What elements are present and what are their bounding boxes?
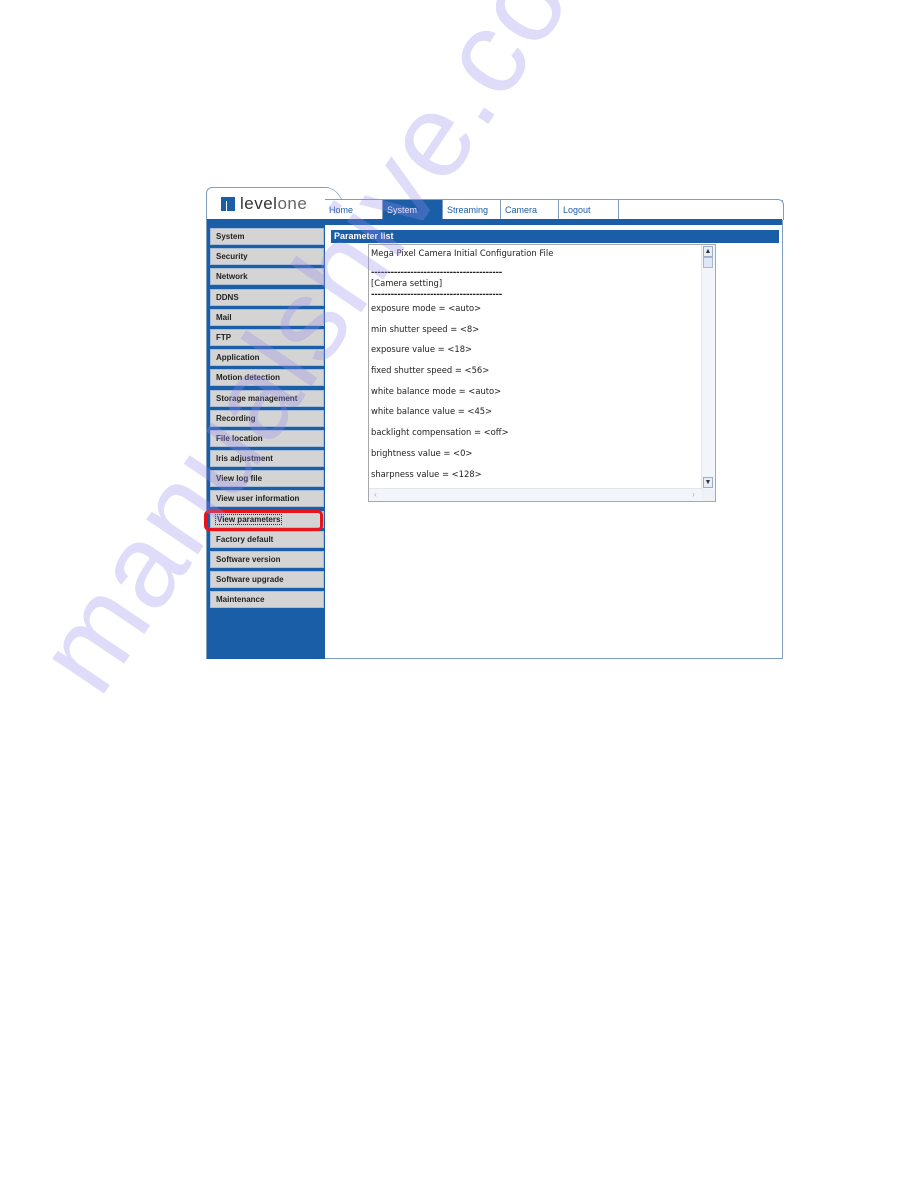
sidebar-item-system[interactable]: System xyxy=(210,228,324,245)
scroll-right-arrow-icon[interactable]: › xyxy=(688,490,699,500)
sidebar-item-label: Application xyxy=(216,353,260,363)
sidebar-item-label: View user information xyxy=(216,494,300,504)
tab-logout[interactable]: Logout xyxy=(559,200,619,220)
sidebar-item-file-location[interactable]: File location xyxy=(210,429,324,447)
top-nav: Home System Streaming Camera Logout xyxy=(325,199,784,220)
sidebar-item-motion-detection[interactable]: Motion detection xyxy=(210,369,324,387)
sidebar-item-label: View log file xyxy=(216,474,263,484)
sidebar-item-mail[interactable]: Mail xyxy=(210,308,324,326)
logo-text: levelone xyxy=(240,194,308,213)
sidebar-menu: System Security Network DDNS Mail FTP Ap… xyxy=(210,228,324,612)
sidebar-item-security[interactable]: Security xyxy=(210,248,324,266)
sidebar-item-label: File location xyxy=(216,433,263,443)
sidebar-item-view-log-file[interactable]: View log file xyxy=(210,470,324,488)
param-entry: backlight compensation = <off> xyxy=(371,427,509,438)
sidebar-item-label: Software upgrade xyxy=(216,575,284,585)
levelone-logo-icon xyxy=(221,197,235,211)
parameter-text: Mega Pixel Camera Initial Configuration … xyxy=(371,247,701,501)
scroll-down-arrow-icon[interactable]: ▼ xyxy=(703,477,713,488)
param-entry: fixed shutter speed = <56> xyxy=(371,365,490,376)
sidebar-item-iris-adjustment[interactable]: Iris adjustment xyxy=(210,450,324,468)
logo-tab: levelone xyxy=(206,187,326,220)
sidebar-item-recording[interactable]: Recording xyxy=(210,409,324,427)
sidebar-item-label: FTP xyxy=(216,332,232,342)
sidebar-item-label: Network xyxy=(216,272,248,282)
annotation-highlight-box xyxy=(204,510,323,531)
sidebar-item-maintenance[interactable]: Maintenance xyxy=(210,591,324,609)
param-separator: ---------------------------------------- xyxy=(371,267,503,277)
sidebar-item-network[interactable]: Network xyxy=(210,268,324,286)
sidebar-item-storage-management[interactable]: Storage management xyxy=(210,389,324,407)
parameter-list-textarea[interactable]: Mega Pixel Camera Initial Configuration … xyxy=(368,244,716,502)
sidebar-item-label: Recording xyxy=(216,413,256,423)
scroll-up-arrow-icon[interactable]: ▲ xyxy=(703,246,713,257)
tab-streaming[interactable]: Streaming xyxy=(443,200,501,220)
param-entry: exposure mode = <auto> xyxy=(371,303,482,313)
vertical-scrollbar[interactable]: ▲ ▼ xyxy=(701,245,715,489)
param-entry: exposure value = <18> xyxy=(371,344,473,355)
param-file-title: Mega Pixel Camera Initial Configuration … xyxy=(371,248,554,258)
logo-text-level: level xyxy=(240,194,278,213)
scroll-left-arrow-icon[interactable]: ‹ xyxy=(370,490,381,500)
sidebar-item-application[interactable]: Application xyxy=(210,349,324,367)
tab-home[interactable]: Home xyxy=(325,200,383,220)
sidebar-item-factory-default[interactable]: Factory default xyxy=(210,530,324,548)
sidebar-item-label: Motion detection xyxy=(216,373,280,383)
scrollbar-thumb[interactable] xyxy=(703,257,713,268)
camera-web-ui: levelone Home System Streaming Camera Lo… xyxy=(206,187,784,660)
main-content: Parameter list Mega Pixel Camera Initial… xyxy=(326,225,781,658)
param-entry: min shutter speed = <8> xyxy=(371,323,480,334)
param-entry: brightness value = <0> xyxy=(371,447,473,458)
sidebar-item-label: Security xyxy=(216,252,248,262)
sidebar-item-label: Software version xyxy=(216,555,281,564)
param-section-label: [Camera setting] xyxy=(371,278,443,288)
param-entry: white balance value = <45> xyxy=(371,406,493,417)
levelone-logo: levelone xyxy=(221,194,308,213)
sidebar: System Security Network DDNS Mail FTP Ap… xyxy=(207,225,325,659)
horizontal-scrollbar[interactable]: ‹ › xyxy=(369,488,703,501)
sidebar-item-label: Maintenance xyxy=(216,595,265,605)
sidebar-item-label: Iris adjustment xyxy=(216,454,273,464)
sidebar-item-software-upgrade[interactable]: Software upgrade xyxy=(210,571,324,589)
sidebar-item-label: Storage management xyxy=(216,393,298,403)
sidebar-item-label: DDNS xyxy=(216,292,239,302)
sidebar-item-view-user-information[interactable]: View user information xyxy=(210,490,324,508)
param-entry: white balance mode = <auto> xyxy=(371,385,502,396)
logo-text-one: one xyxy=(277,194,308,213)
sidebar-item-software-version[interactable]: Software version xyxy=(210,551,324,568)
sidebar-item-ftp[interactable]: FTP xyxy=(210,328,324,346)
param-separator: ---------------------------------------- xyxy=(371,289,503,299)
sidebar-item-label: System xyxy=(216,232,245,241)
sidebar-item-label: Factory default xyxy=(216,534,274,544)
tab-camera[interactable]: Camera xyxy=(501,200,559,220)
tab-system[interactable]: System xyxy=(383,200,443,220)
section-title: Parameter list xyxy=(331,230,779,243)
sidebar-item-ddns[interactable]: DDNS xyxy=(210,288,324,306)
scrollbar-corner xyxy=(702,489,715,501)
sidebar-item-label: Mail xyxy=(216,312,232,322)
param-entry: sharpness value = <128> xyxy=(371,468,482,479)
